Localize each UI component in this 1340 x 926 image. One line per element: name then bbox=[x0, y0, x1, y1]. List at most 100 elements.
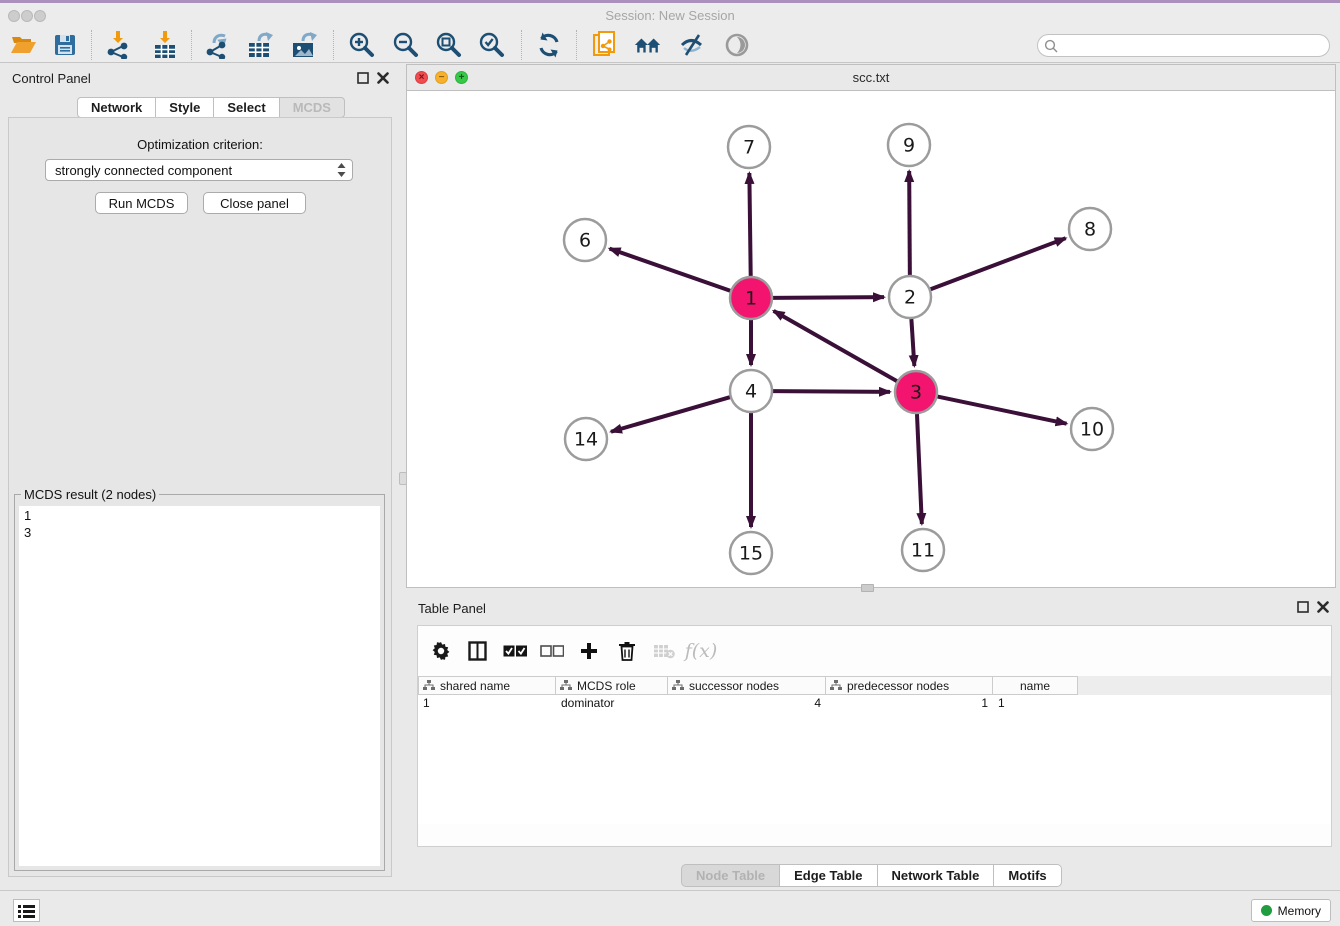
graph-node-label-1: 1 bbox=[745, 288, 757, 310]
refresh-icon[interactable] bbox=[534, 31, 564, 59]
delete-table-icon bbox=[649, 637, 679, 665]
graph-edge-4-3[interactable] bbox=[773, 391, 890, 392]
search-field[interactable] bbox=[1037, 34, 1330, 57]
select-all-checkboxes-icon[interactable] bbox=[500, 637, 530, 665]
column-tree-icon bbox=[830, 680, 842, 691]
network-graph[interactable]: 1234678910111415 bbox=[407, 91, 1335, 587]
graph-node-label-11: 11 bbox=[911, 540, 935, 562]
toolbar-separator bbox=[521, 30, 522, 60]
graph-node-label-9: 9 bbox=[903, 135, 915, 157]
horizontal-splitter-handle[interactable] bbox=[861, 584, 874, 592]
float-table-panel-icon[interactable] bbox=[1297, 601, 1309, 613]
float-panel-icon[interactable] bbox=[357, 72, 369, 84]
column-header-successor-nodes[interactable]: successor nodes bbox=[668, 676, 826, 695]
mcds-result-text[interactable]: 1 3 bbox=[19, 506, 380, 866]
new-network-from-selection-icon[interactable] bbox=[590, 31, 620, 59]
close-window-button[interactable] bbox=[8, 10, 20, 22]
delete-column-icon[interactable] bbox=[612, 637, 642, 665]
graph-node-label-8: 8 bbox=[1084, 219, 1096, 241]
graph-edge-1-6[interactable] bbox=[610, 249, 731, 291]
graph-edge-2-9[interactable] bbox=[909, 171, 910, 275]
graph-node-label-2: 2 bbox=[904, 287, 916, 309]
tab-network[interactable]: Network bbox=[77, 97, 155, 118]
graph-node-label-3: 3 bbox=[910, 382, 922, 404]
tab-style[interactable]: Style bbox=[155, 97, 213, 118]
import-table-icon[interactable] bbox=[150, 31, 180, 59]
import-network-icon[interactable] bbox=[103, 31, 133, 59]
tab-select[interactable]: Select bbox=[213, 97, 278, 118]
column-header-predecessor-nodes[interactable]: predecessor nodes bbox=[826, 676, 993, 695]
window-title: Session: New Session bbox=[0, 3, 1340, 28]
cell-shared-name[interactable]: 1 bbox=[418, 695, 556, 711]
memory-button[interactable]: Memory bbox=[1251, 899, 1331, 922]
close-panel-button[interactable]: Close panel bbox=[203, 192, 306, 214]
table-panel-title: Table Panel bbox=[418, 601, 486, 616]
toolbar-separator bbox=[333, 30, 334, 60]
zoom-selected-icon[interactable] bbox=[477, 31, 507, 59]
zoom-fit-icon[interactable] bbox=[434, 31, 464, 59]
graph-edge-3-11[interactable] bbox=[917, 414, 922, 524]
network-canvas[interactable]: 1234678910111415 bbox=[406, 90, 1336, 588]
cell-name[interactable]: 1 bbox=[993, 695, 1078, 711]
network-zoom-button[interactable]: + bbox=[455, 71, 468, 84]
graph-node-label-15: 15 bbox=[739, 543, 763, 565]
open-session-icon[interactable] bbox=[8, 31, 38, 59]
tab-network-table[interactable]: Network Table bbox=[877, 864, 994, 887]
hide-selected-icon[interactable] bbox=[677, 31, 707, 59]
add-column-icon[interactable] bbox=[574, 637, 604, 665]
deselect-all-checkboxes-icon[interactable] bbox=[537, 637, 567, 665]
graph-edge-1-2[interactable] bbox=[773, 297, 884, 298]
zoom-window-button[interactable] bbox=[34, 10, 46, 22]
graph-edge-3-10[interactable] bbox=[938, 397, 1067, 424]
column-header-shared-name[interactable]: shared name bbox=[418, 676, 556, 695]
toolbar-separator bbox=[576, 30, 577, 60]
minimize-window-button[interactable] bbox=[21, 10, 33, 22]
network-window-titlebar[interactable]: × − + scc.txt bbox=[406, 64, 1336, 90]
close-panel-icon[interactable] bbox=[377, 72, 389, 84]
zoom-in-icon[interactable] bbox=[347, 31, 377, 59]
cell-predecessor-nodes[interactable]: 1 bbox=[826, 695, 993, 711]
show-all-icon[interactable] bbox=[722, 31, 752, 59]
control-panel-title: Control Panel bbox=[12, 71, 91, 86]
graph-edge-3-1[interactable] bbox=[774, 311, 897, 381]
export-table-icon[interactable] bbox=[246, 31, 276, 59]
cell-mcds-role[interactable]: dominator bbox=[556, 695, 668, 711]
status-bar: Memory bbox=[0, 890, 1340, 926]
task-history-button[interactable] bbox=[13, 899, 40, 922]
tab-edge-table[interactable]: Edge Table bbox=[779, 864, 876, 887]
table-row[interactable]: 1 dominator 4 1 1 bbox=[418, 695, 1331, 711]
close-table-panel-icon[interactable] bbox=[1317, 601, 1329, 613]
task-list-icon bbox=[18, 904, 35, 918]
run-mcds-button[interactable]: Run MCDS bbox=[95, 192, 188, 214]
tab-motifs[interactable]: Motifs bbox=[993, 864, 1061, 887]
zoom-out-icon[interactable] bbox=[391, 31, 421, 59]
cell-successor-nodes[interactable]: 4 bbox=[668, 695, 826, 711]
optimization-criterion-label: Optimization criterion: bbox=[8, 137, 392, 152]
export-network-icon[interactable] bbox=[203, 31, 233, 59]
graph-edge-4-14[interactable] bbox=[611, 397, 730, 432]
graph-edge-2-8[interactable] bbox=[931, 238, 1066, 289]
toolbar-separator bbox=[191, 30, 192, 60]
column-header-mcds-role[interactable]: MCDS role bbox=[556, 676, 668, 695]
node-table-panel: f(x) shared name MCDS role successor nod… bbox=[417, 625, 1332, 847]
tab-node-table[interactable]: Node Table bbox=[681, 864, 779, 887]
search-input[interactable] bbox=[1062, 39, 1329, 53]
save-session-icon[interactable] bbox=[50, 31, 80, 59]
tab-mcds[interactable]: MCDS bbox=[279, 97, 345, 118]
graph-edge-2-3[interactable] bbox=[911, 319, 914, 366]
criterion-select[interactable]: strongly connected component bbox=[45, 159, 353, 181]
settings-gear-icon[interactable] bbox=[426, 637, 456, 665]
mcds-result-title: MCDS result (2 nodes) bbox=[21, 487, 159, 502]
network-minimize-button[interactable]: − bbox=[435, 71, 448, 84]
graph-node-label-4: 4 bbox=[745, 381, 757, 403]
table-panel-tabs: Node Table Edge Table Network Table Moti… bbox=[681, 864, 1062, 887]
graph-edge-1-7[interactable] bbox=[749, 173, 750, 276]
mcds-result-group: MCDS result (2 nodes) 1 3 bbox=[14, 494, 385, 871]
first-neighbors-icon[interactable] bbox=[633, 31, 663, 59]
search-icon bbox=[1044, 39, 1058, 53]
network-close-button[interactable]: × bbox=[415, 71, 428, 84]
export-image-icon[interactable] bbox=[290, 31, 320, 59]
column-tree-icon bbox=[423, 680, 435, 691]
column-layout-icon[interactable] bbox=[462, 637, 492, 665]
column-header-name[interactable]: name bbox=[993, 676, 1078, 695]
